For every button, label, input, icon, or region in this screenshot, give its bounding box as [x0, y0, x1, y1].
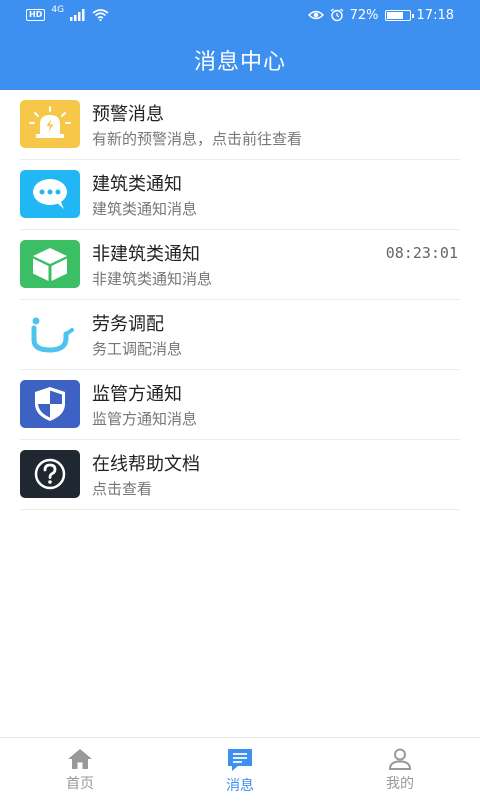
person-icon — [388, 748, 412, 770]
tab-label: 消息 — [226, 778, 254, 794]
item-subtitle: 务工调配消息 — [92, 340, 183, 358]
question-icon — [20, 450, 80, 498]
item-title: 监管方通知 — [92, 384, 182, 405]
cube-icon — [20, 240, 80, 288]
item-title: 预警消息 — [92, 104, 164, 125]
battery-percent: 72% — [349, 7, 379, 23]
home-icon — [68, 749, 92, 769]
bottom-tab-bar: 首页 消息 我的 — [0, 737, 480, 801]
alarm-light-icon — [20, 100, 80, 148]
list-item-supervisor-notice[interactable]: 监管方通知 监管方通知消息 — [20, 370, 460, 440]
item-title: 在线帮助文档 — [92, 454, 200, 475]
clock: 17:18 — [416, 7, 454, 23]
tab-label: 首页 — [66, 776, 94, 792]
message-list: 预警消息 有新的预警消息，点击前往查看 建筑类通知 建筑类通知消息 非建筑类通知… — [20, 90, 460, 510]
list-item-warning[interactable]: 预警消息 有新的预警消息，点击前往查看 — [20, 90, 460, 160]
eye-icon — [307, 10, 324, 20]
item-title: 劳务调配 — [92, 314, 164, 335]
tab-profile[interactable]: 我的 — [320, 738, 480, 801]
alarm-icon — [330, 8, 344, 22]
item-time: 08:23:01 — [385, 244, 458, 262]
item-subtitle: 非建筑类通知消息 — [92, 270, 213, 288]
tab-label: 我的 — [386, 776, 414, 792]
page-title: 消息中心 — [193, 50, 286, 75]
item-subtitle: 监管方通知消息 — [92, 410, 198, 428]
signal-icon — [70, 9, 85, 21]
labor-logo-icon — [20, 310, 80, 358]
status-bar: HD 4G 72% 17:18 — [0, 0, 480, 30]
chat-bubble-icon — [20, 170, 80, 218]
shield-icon — [20, 380, 80, 428]
wifi-icon — [92, 9, 109, 21]
network-type: 4G — [51, 5, 65, 15]
item-title: 建筑类通知 — [92, 174, 182, 195]
item-subtitle: 点击查看 — [92, 480, 153, 498]
item-subtitle: 建筑类通知消息 — [92, 200, 198, 218]
list-item-labor[interactable]: 劳务调配 务工调配消息 — [20, 300, 460, 370]
battery-icon — [384, 9, 414, 21]
list-item-building-notice[interactable]: 建筑类通知 建筑类通知消息 — [20, 160, 460, 230]
hd-indicator: HD — [26, 9, 46, 21]
item-title: 非建筑类通知 — [92, 244, 200, 265]
header: 消息中心 — [0, 30, 480, 90]
tab-home[interactable]: 首页 — [0, 738, 160, 801]
item-subtitle: 有新的预警消息，点击前往查看 — [92, 130, 303, 148]
tab-messages[interactable]: 消息 — [160, 738, 320, 801]
list-item-help-docs[interactable]: 在线帮助文档 点击查看 — [20, 440, 460, 510]
list-item-non-building-notice[interactable]: 非建筑类通知 非建筑类通知消息 08:23:01 — [20, 230, 460, 300]
message-icon — [228, 749, 252, 771]
